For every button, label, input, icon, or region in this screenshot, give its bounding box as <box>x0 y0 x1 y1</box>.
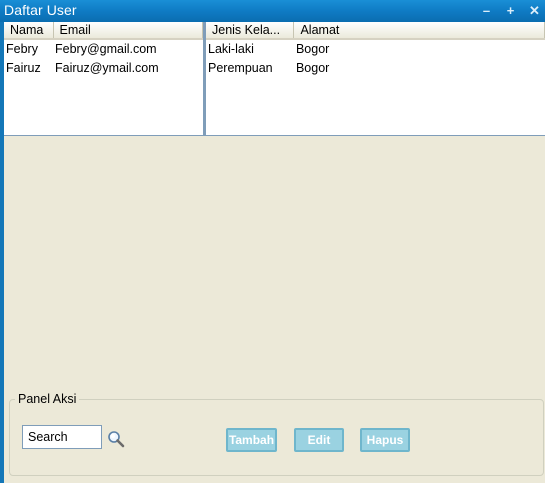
column-header-nama[interactable]: Nama <box>4 22 54 40</box>
cell-alamat: Bogor <box>295 60 330 75</box>
column-header-email[interactable]: Email <box>53 22 203 40</box>
search-input[interactable]: Search <box>22 425 102 449</box>
hapus-button[interactable]: Hapus <box>360 428 410 452</box>
cell-email: Febry@gmail.com <box>55 42 157 56</box>
table-row[interactable]: Fairuz Fairuz@ymail.com <box>4 58 202 77</box>
cell-email: Fairuz@ymail.com <box>55 60 159 75</box>
minimize-button[interactable]: – <box>478 3 495 19</box>
column-header-alamat[interactable]: Alamat <box>293 22 545 40</box>
table-header-row: Nama Email <box>4 22 203 40</box>
window-title: Daftar User <box>4 2 77 18</box>
close-button[interactable]: ✕ <box>526 3 543 19</box>
search-icon[interactable] <box>107 430 125 448</box>
edit-button[interactable]: Edit <box>294 428 344 452</box>
user-table-right[interactable]: Jenis Kela... Alamat Laki-laki Bogor Per… <box>204 22 545 136</box>
cell-jenis-kelamin: Laki-laki <box>208 42 254 56</box>
table-row[interactable]: Perempuan Bogor <box>206 58 545 77</box>
cell-nama: Fairuz <box>6 60 41 75</box>
title-bar[interactable]: Daftar User – + ✕ <box>0 0 545 22</box>
column-header-jenis-kelamin[interactable]: Jenis Kela... <box>206 22 295 40</box>
name-email-table: Nama Email Febry Febry@gmail.com Fairuz … <box>4 22 203 77</box>
daftar-user-window: Daftar User – + ✕ Nama Email Febry Febry… <box>0 0 545 483</box>
table-row[interactable]: Febry Febry@gmail.com <box>4 39 202 58</box>
cell-jenis-kelamin: Perempuan <box>208 60 273 75</box>
table-row[interactable]: Laki-laki Bogor <box>206 39 545 58</box>
gender-address-table: Jenis Kela... Alamat Laki-laki Bogor Per… <box>206 22 545 77</box>
panel-aksi-title: Panel Aksi <box>15 392 80 406</box>
cell-nama: Febry <box>6 42 38 56</box>
tambah-button[interactable]: Tambah <box>226 428 277 452</box>
table-header-row: Jenis Kela... Alamat <box>206 22 545 40</box>
cell-alamat: Bogor <box>295 42 330 56</box>
maximize-button[interactable]: + <box>502 3 519 19</box>
user-table-left[interactable]: Nama Email Febry Febry@gmail.com Fairuz … <box>4 22 204 136</box>
